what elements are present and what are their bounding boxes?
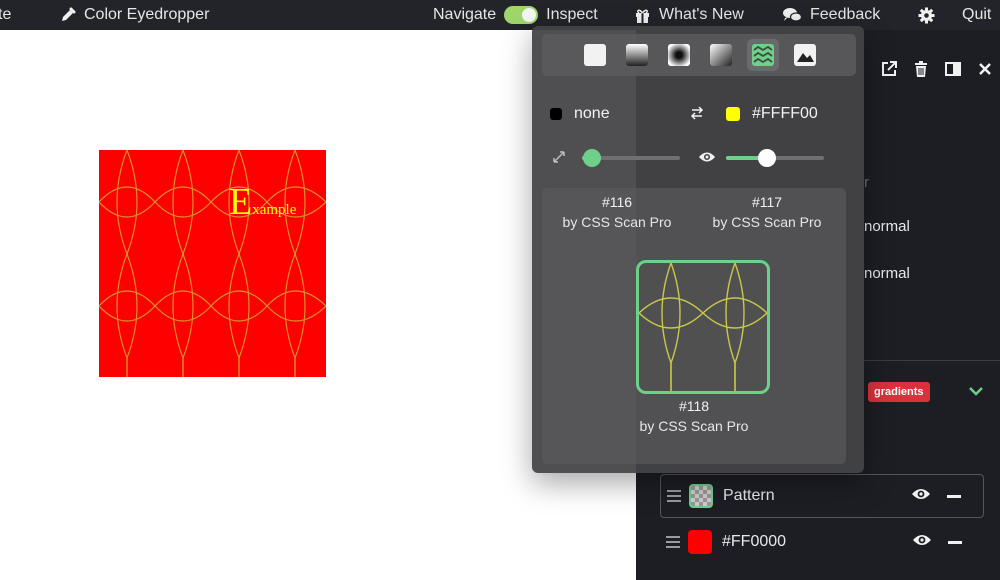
gear-icon: [918, 7, 935, 24]
tab-radial-gradient[interactable]: [663, 39, 695, 71]
blend-mode-value-1[interactable]: normal: [864, 218, 910, 235]
remove-layer-icon[interactable]: [948, 540, 962, 544]
image-icon: [794, 44, 816, 66]
tab-image[interactable]: [789, 39, 821, 71]
settings-button[interactable]: [918, 0, 935, 30]
eye-icon[interactable]: [912, 533, 932, 552]
tab-solid[interactable]: [579, 39, 611, 71]
inspect-label: Inspect: [546, 6, 598, 23]
solid-fill-icon: [584, 44, 606, 66]
toolbar-truncated-item[interactable]: te: [0, 0, 11, 30]
primary-color-swatch[interactable]: [550, 108, 562, 120]
pattern-size-slider[interactable]: [582, 149, 680, 167]
layer-label-pattern: Pattern: [723, 487, 775, 504]
pattern-id: #117: [751, 194, 783, 210]
tab-conic-gradient[interactable]: [705, 39, 737, 71]
chat-bubbles-icon: [783, 7, 802, 23]
navigate-label: Navigate: [433, 6, 497, 23]
pattern-card-118[interactable]: #118 by CSS Scan Pro: [619, 396, 769, 436]
radial-gradient-icon: [668, 44, 690, 66]
eyedropper-label: Color Eyedropper: [84, 6, 210, 23]
background-picker-popup: none #FFFF00 #116 by CSS Scan Pro #117 b…: [532, 26, 864, 473]
chevron-down-icon[interactable]: [968, 384, 984, 402]
example-text-initial: E: [229, 181, 253, 223]
whats-new-label: What's New: [659, 6, 744, 23]
remove-layer-icon[interactable]: [947, 494, 961, 498]
tab-pattern[interactable]: [747, 39, 779, 71]
panel-tab-partial[interactable]: r: [864, 174, 869, 191]
secondary-color-swatch[interactable]: [726, 107, 740, 121]
pattern-author: by CSS Scan Pro: [562, 214, 672, 230]
eye-icon: [698, 150, 716, 169]
pattern-id: #118: [678, 398, 710, 414]
blend-mode-value-2[interactable]: normal: [864, 265, 910, 282]
layer-row-pattern[interactable]: Pattern: [660, 474, 984, 518]
example-text: Example: [229, 180, 296, 224]
dock-panel-icon[interactable]: [944, 60, 962, 83]
secondary-color-field[interactable]: #FFFF00: [726, 104, 818, 124]
pattern-author: by CSS Scan Pro: [712, 214, 822, 230]
eye-icon[interactable]: [911, 487, 931, 506]
pattern-id: #116: [601, 194, 633, 210]
pattern-author: by CSS Scan Pro: [639, 418, 749, 434]
quit-label: Quit: [962, 6, 992, 23]
pattern-card-116[interactable]: #116 by CSS Scan Pro: [542, 192, 692, 232]
background-type-tabs: [542, 34, 856, 76]
pattern-swatch[interactable]: [689, 484, 713, 508]
pattern-icon: [752, 44, 774, 66]
trash-icon[interactable]: [912, 60, 930, 83]
drag-handle-icon[interactable]: [666, 536, 680, 548]
color-swatch[interactable]: [688, 530, 712, 554]
resize-icon: [552, 150, 566, 169]
mode-toggle-switch[interactable]: [504, 6, 539, 24]
primary-color-value[interactable]: none: [574, 105, 610, 123]
toolbar-truncated-label: te: [0, 6, 12, 23]
opacity-slider-knob[interactable]: [758, 149, 777, 167]
gift-icon: [634, 7, 651, 24]
layer-label-color: #FF0000: [722, 533, 787, 550]
gradients-badge: gradients: [868, 382, 930, 402]
pattern-card-117[interactable]: #117 by CSS Scan Pro: [692, 192, 842, 232]
panel-actions: [880, 60, 994, 83]
example-pattern-element[interactable]: Example: [99, 150, 326, 377]
layer-row-color[interactable]: #FF0000: [660, 520, 984, 564]
tab-linear-gradient[interactable]: [621, 39, 653, 71]
swap-colors-icon[interactable]: [690, 106, 704, 125]
eyedropper-icon: [60, 7, 76, 23]
conic-gradient-icon: [710, 44, 732, 66]
external-link-icon[interactable]: [880, 60, 898, 83]
pattern-preview-118[interactable]: [636, 260, 770, 394]
pattern-118-thumbnail: [639, 263, 767, 391]
quit-button[interactable]: Quit: [962, 0, 991, 30]
pattern-opacity-slider[interactable]: [726, 149, 824, 167]
feedback-label: Feedback: [810, 6, 881, 23]
drag-handle-icon[interactable]: [667, 490, 681, 502]
linear-gradient-icon: [626, 44, 648, 66]
size-slider-knob[interactable]: [582, 149, 601, 167]
example-text-rest: xample: [252, 202, 297, 218]
close-icon[interactable]: [976, 60, 994, 83]
pattern-gallery: #116 by CSS Scan Pro #117 by CSS Scan Pr…: [542, 188, 846, 464]
secondary-color-value[interactable]: #FFFF00: [752, 105, 818, 123]
primary-color-field[interactable]: none: [550, 104, 610, 124]
color-eyedropper-button[interactable]: Color Eyedropper: [60, 0, 209, 30]
